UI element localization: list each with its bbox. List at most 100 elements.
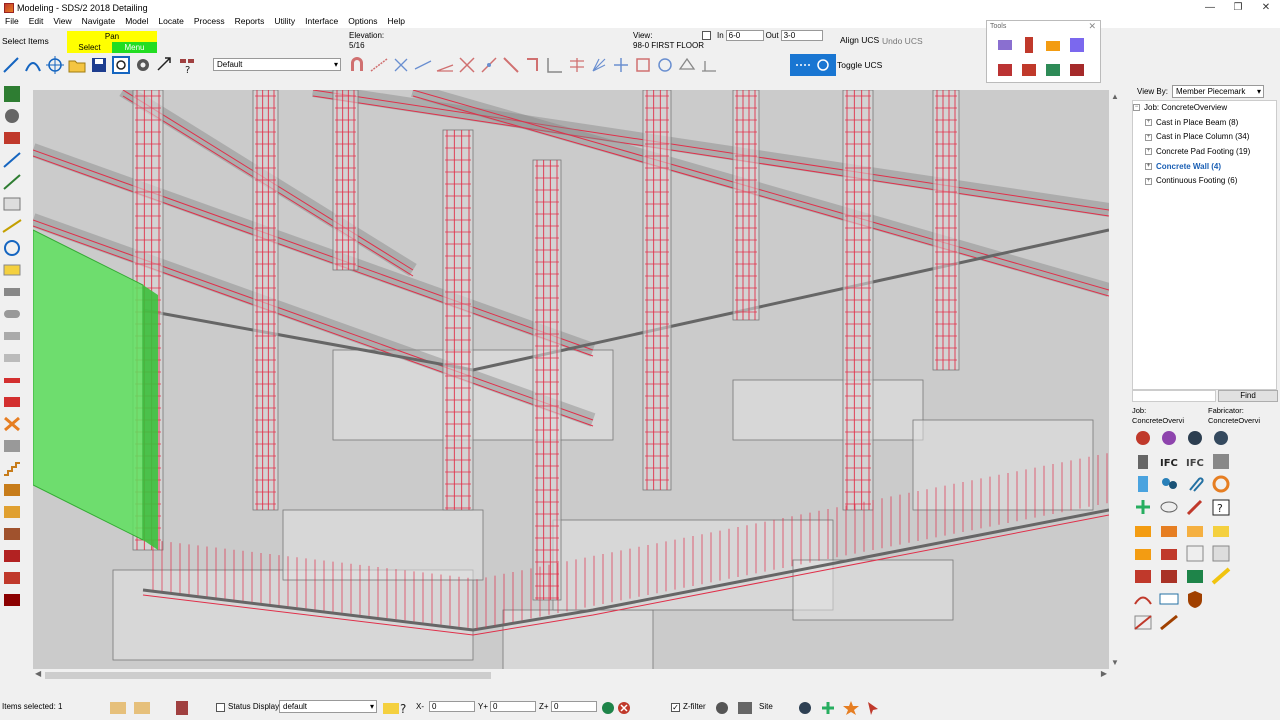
update-icon[interactable] <box>172 699 192 717</box>
snap-level-icon[interactable] <box>699 55 719 75</box>
arc-tool-icon[interactable] <box>23 55 43 75</box>
snap-plus-icon[interactable] <box>611 55 631 75</box>
lifebuoy-icon[interactable] <box>1210 474 1232 495</box>
status-display-select[interactable]: default <box>279 700 377 713</box>
vertical-scrollbar[interactable]: ▲ ▼ <box>1109 90 1122 669</box>
folder-beam-icon[interactable] <box>1132 520 1154 541</box>
add-line-icon[interactable] <box>1 150 23 170</box>
view-eye-icon[interactable] <box>1158 497 1180 518</box>
menu-help[interactable]: Help <box>383 15 410 28</box>
bolt-icon[interactable] <box>1 326 23 346</box>
collapse-icon[interactable]: − <box>1133 104 1140 112</box>
scroll-left-arrow[interactable]: ◀ <box>35 669 41 678</box>
tree-item-cast-in-place-beam[interactable]: + Cast in Place Beam (8) <box>1133 116 1276 131</box>
tool-footing-icon[interactable] <box>1043 35 1063 55</box>
expand-icon[interactable]: + <box>1145 148 1152 156</box>
add-point-icon[interactable] <box>1 172 23 192</box>
document-icon[interactable] <box>1132 474 1154 495</box>
layer-select[interactable]: Default <box>213 58 341 71</box>
circle-tool-icon[interactable] <box>1 238 23 258</box>
z-input[interactable]: 0 <box>551 701 597 712</box>
weld-icon[interactable] <box>1 348 23 368</box>
job-report-icon[interactable] <box>1158 428 1180 449</box>
tool-slab-icon[interactable] <box>1019 59 1039 79</box>
magnet-icon[interactable] <box>347 55 367 75</box>
layout-icon[interactable] <box>1 436 23 456</box>
ifc-export-icon[interactable]: IFC <box>1184 451 1206 472</box>
restore-button[interactable]: ❐ <box>1224 0 1252 15</box>
snap-cross-icon[interactable] <box>479 55 499 75</box>
red-box-2-icon[interactable] <box>1158 566 1180 587</box>
mouse-mode-select[interactable]: Select <box>67 42 112 53</box>
model-icon[interactable] <box>1 84 23 104</box>
scroll-down-arrow[interactable]: ▼ <box>1111 658 1119 667</box>
help-icon[interactable]: ? <box>177 55 197 76</box>
menu-navigate[interactable]: Navigate <box>77 15 121 28</box>
menu-file[interactable]: File <box>0 15 24 28</box>
xml-export-icon[interactable] <box>1158 589 1180 610</box>
section-icon[interactable] <box>1 282 23 302</box>
folder-wall-icon[interactable] <box>1210 520 1232 541</box>
menu-utility[interactable]: Utility <box>269 15 300 28</box>
tool-beam-icon[interactable] <box>995 35 1015 55</box>
job-member-icon[interactable] <box>1184 428 1206 449</box>
cancel-icon[interactable] <box>614 699 634 717</box>
tool-column-icon[interactable] <box>1019 35 1039 55</box>
cut-icon[interactable] <box>1158 612 1180 633</box>
stair-icon[interactable] <box>1 458 23 478</box>
settings-gear-icon[interactable] <box>1 106 23 126</box>
mouse-mode-pan[interactable]: Pan <box>67 31 157 42</box>
snap-x-icon[interactable] <box>457 55 477 75</box>
snap-intersect-icon[interactable] <box>413 55 433 75</box>
ruler-icon[interactable] <box>1 194 23 214</box>
pen-icon[interactable] <box>1184 497 1206 518</box>
mouse-mode-menu[interactable]: Menu <box>112 42 157 53</box>
hole-icon[interactable] <box>1 590 23 610</box>
menu-reports[interactable]: Reports <box>230 15 270 28</box>
status-help-icon[interactable]: ? <box>395 699 415 717</box>
tree-item-concrete-pad-footing[interactable]: + Concrete Pad Footing (19) <box>1133 145 1276 160</box>
toggle-ucs-button[interactable]: Toggle UCS <box>837 60 882 70</box>
crosshair-icon[interactable] <box>45 55 65 75</box>
filter-icon[interactable] <box>712 699 732 717</box>
menu-edit[interactable]: Edit <box>24 15 49 28</box>
tree-item-continuous-footing[interactable]: + Continuous Footing (6) <box>1133 174 1276 189</box>
construction-line-icon[interactable] <box>1 216 23 236</box>
snap-grid-icon[interactable] <box>567 55 587 75</box>
tool-rebar-icon[interactable] <box>1043 59 1063 79</box>
expand-icon[interactable]: + <box>1145 119 1152 127</box>
folder-grid-icon[interactable] <box>1158 543 1180 564</box>
site-pointer-icon[interactable] <box>864 699 884 717</box>
tool-misc-icon[interactable] <box>1067 59 1087 79</box>
expand-icon[interactable]: + <box>1145 133 1152 141</box>
status-icon-a[interactable] <box>108 699 128 717</box>
tree-item-cast-in-place-column[interactable]: + Cast in Place Column (34) <box>1133 130 1276 145</box>
ifc-import-icon[interactable]: IFC <box>1158 451 1180 472</box>
menu-model[interactable]: Model <box>120 15 153 28</box>
ladder-icon[interactable] <box>1 524 23 544</box>
snap-box-icon[interactable] <box>633 55 653 75</box>
shield-icon[interactable] <box>1184 589 1206 610</box>
in-input[interactable]: 6-0 <box>725 30 764 41</box>
custom-member-icon[interactable] <box>1 546 23 566</box>
add-green-icon[interactable] <box>1132 497 1154 518</box>
menu-options[interactable]: Options <box>343 15 382 28</box>
joist-icon[interactable] <box>1 502 23 522</box>
status-icon-b[interactable] <box>132 699 152 717</box>
scroll-right-arrow[interactable]: ▶ <box>1101 669 1107 678</box>
minimize-button[interactable]: — <box>1196 0 1224 15</box>
status-display-checkbox[interactable] <box>216 703 225 712</box>
tree-root[interactable]: − Job: ConcreteOverview <box>1133 101 1276 116</box>
snap-axis-icon[interactable] <box>545 55 565 75</box>
trash-icon[interactable] <box>1132 451 1154 472</box>
red-box-icon[interactable] <box>1132 566 1154 587</box>
job-setup-icon[interactable] <box>1132 428 1154 449</box>
question-icon[interactable]: ? <box>1210 497 1232 518</box>
horizontal-scrollbar[interactable]: ◀ ▶ <box>33 669 1109 682</box>
rail-icon[interactable] <box>1 480 23 500</box>
zoom-window-icon[interactable] <box>111 55 131 75</box>
green-add-icon[interactable] <box>1184 566 1206 587</box>
menu-view[interactable]: View <box>48 15 76 28</box>
menu-interface[interactable]: Interface <box>300 15 343 28</box>
open-folder-icon[interactable] <box>67 55 87 75</box>
